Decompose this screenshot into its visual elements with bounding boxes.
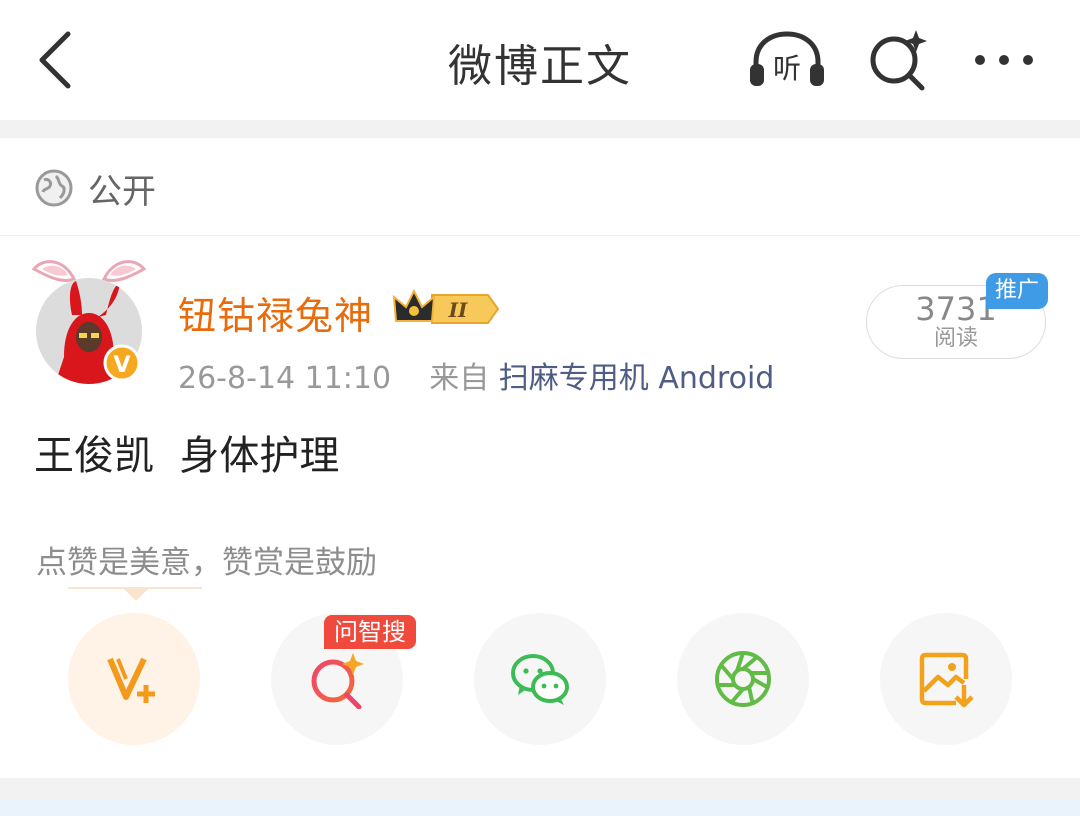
vip-badge[interactable]: II (392, 287, 502, 329)
reward-hint: 点赞是美意，赞赏是鼓励 (36, 545, 377, 581)
post-source[interactable]: 扫麻专用机 Android (499, 361, 775, 396)
svg-text:V: V (113, 353, 130, 378)
bottom-strip (0, 800, 1080, 816)
visibility-label: 公开 (88, 172, 156, 212)
listen-label: 听 (773, 52, 801, 85)
ask-badge[interactable]: 问智搜 (324, 615, 416, 649)
avatar[interactable]: V (24, 257, 154, 387)
wechat-icon (511, 654, 569, 705)
post-timestamp: 26-8-14 11:10 (178, 361, 392, 396)
more-button[interactable] (968, 30, 1040, 90)
save-image-button[interactable] (880, 613, 1012, 745)
visibility-row: 公开 (0, 138, 1080, 236)
save-image-icon (919, 652, 974, 708)
listen-button[interactable]: 听 (746, 28, 828, 92)
headphones-icon: 听 (750, 31, 824, 86)
share-moments-button[interactable] (677, 613, 809, 745)
more-dots-icon (975, 55, 1033, 65)
vplus-button[interactable] (68, 613, 200, 745)
globe-icon (35, 169, 73, 207)
hint-caret (124, 589, 148, 601)
promo-badge[interactable]: 推广 (986, 273, 1048, 309)
separator (0, 120, 1080, 138)
author-name[interactable]: 钮钴禄兔神 (178, 285, 373, 340)
ai-search-icon (870, 30, 927, 91)
post-card: V 钮钴禄兔神 II 26-8-14 11:10 来自 扫麻专用机 Androi… (0, 237, 1080, 777)
source-prefix: 来自 (429, 361, 490, 396)
share-wechat-button[interactable] (474, 613, 606, 745)
top-bar: 微博正文 听 (0, 0, 1080, 120)
read-label: 阅读 (933, 326, 978, 351)
post-content: 王俊凯 身体护理 (34, 433, 340, 479)
avatar-image: V (31, 260, 147, 384)
moments-icon (715, 651, 771, 707)
vip-level: II (448, 298, 468, 322)
post-meta: 26-8-14 11:10 来自 扫麻专用机 Android (178, 353, 774, 397)
vplus-icon (107, 657, 155, 703)
crown-icon: II (392, 288, 500, 324)
ai-search-color-icon (311, 653, 364, 709)
ai-search-button[interactable] (864, 28, 934, 92)
